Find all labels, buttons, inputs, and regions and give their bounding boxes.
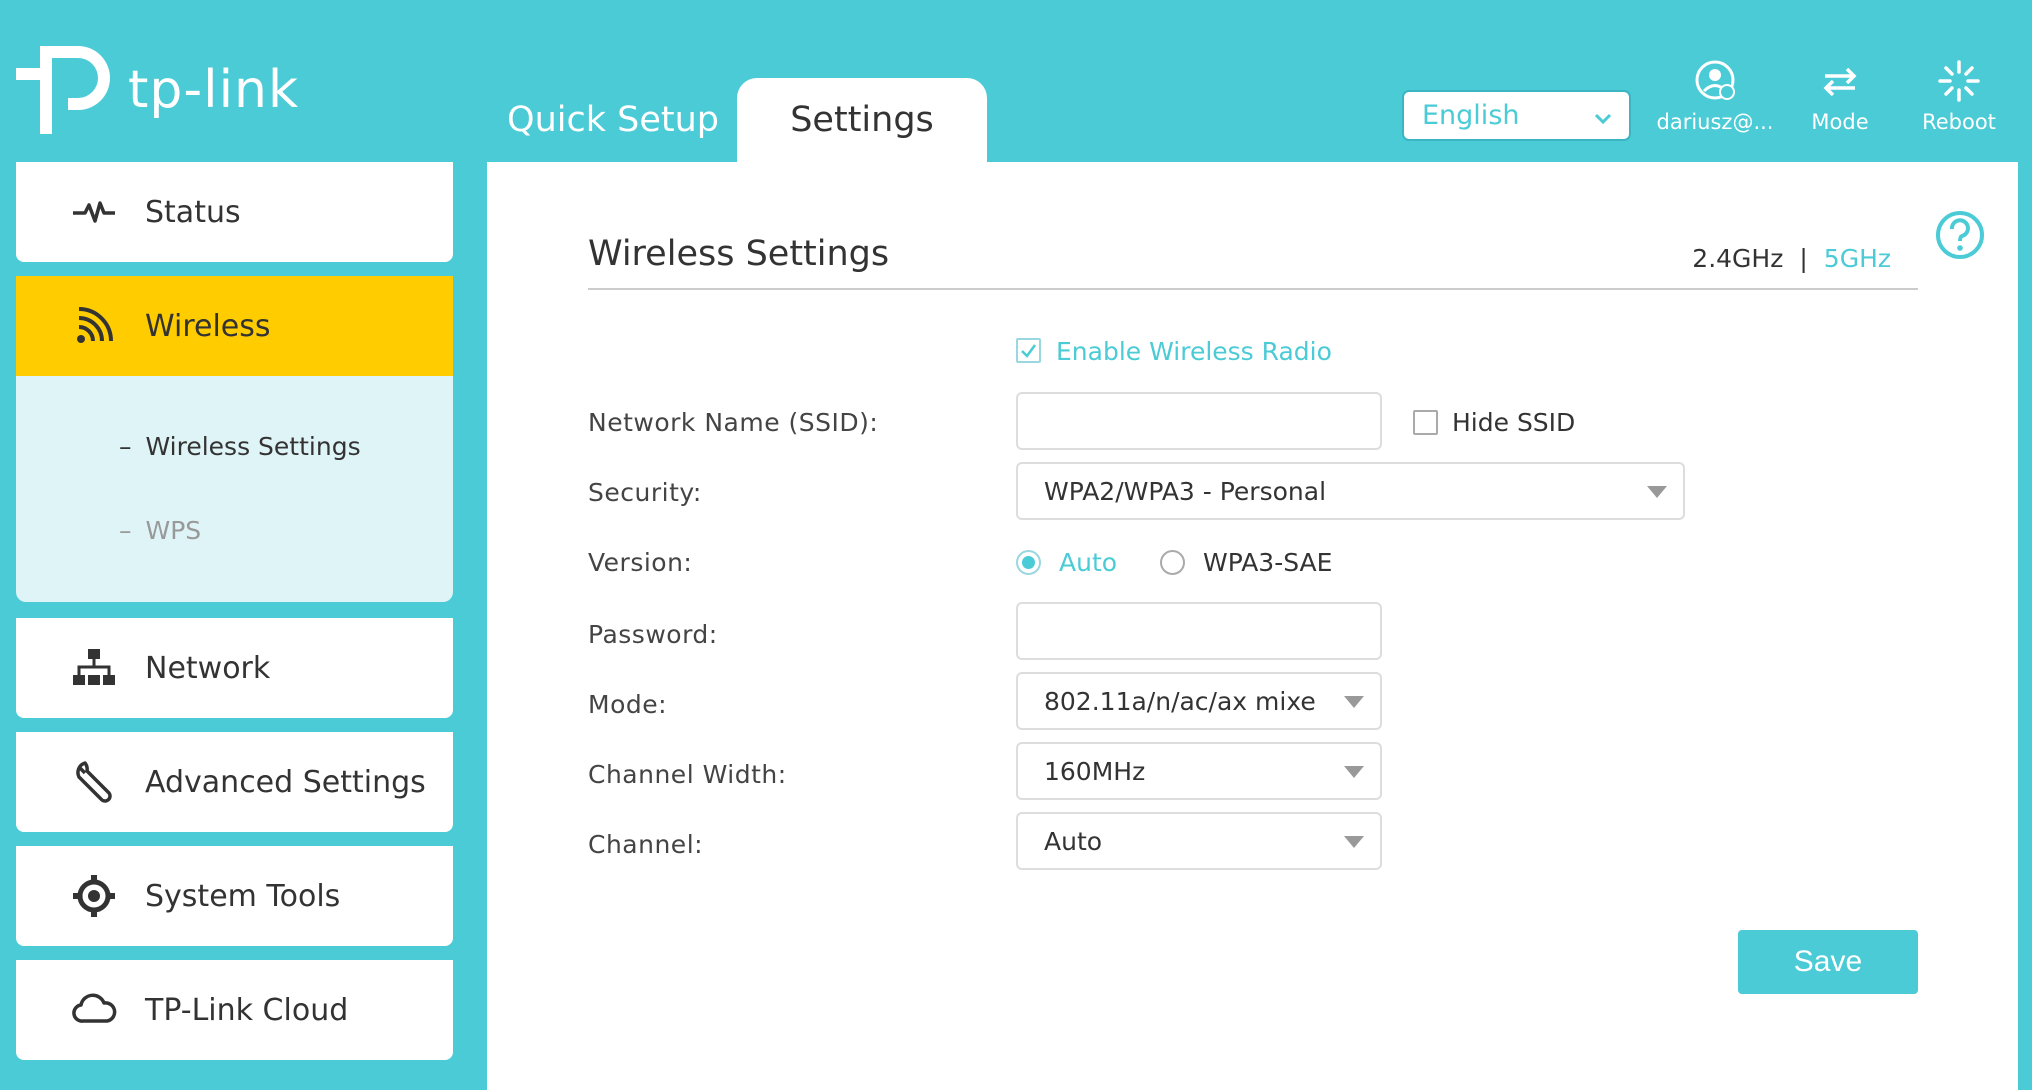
language-value: English <box>1422 100 1520 131</box>
sidebar-item-label: Wireless <box>145 308 271 344</box>
swap-arrows-icon <box>1823 67 1857 97</box>
sidebar-item-label: System Tools <box>145 878 341 914</box>
version-auto-radio[interactable] <box>1016 550 1041 575</box>
version-wpa3-sae-label[interactable]: WPA3-SAE <box>1203 548 1332 577</box>
band-2-4ghz-link[interactable]: 2.4GHz <box>1692 244 1783 273</box>
submenu-item-wireless-settings[interactable]: – Wireless Settings <box>119 432 361 461</box>
wifi-icon <box>71 303 117 349</box>
mode-label: Mode <box>1811 110 1869 134</box>
security-select[interactable]: WPA2/WPA3 - Personal <box>1016 462 1685 520</box>
sidebar-item-label: TP-Link Cloud <box>145 992 349 1028</box>
version-label: Version: <box>588 548 693 577</box>
channel-label: Channel: <box>588 830 704 859</box>
ssid-label: Network Name (SSID): <box>588 408 879 437</box>
password-label: Password: <box>588 620 718 649</box>
sidebar-item-status[interactable]: Status <box>16 162 453 262</box>
submenu-dash: – <box>119 432 132 461</box>
reboot-icon <box>1938 60 1980 102</box>
title-divider <box>588 288 1918 290</box>
ssid-input[interactable] <box>1016 392 1382 450</box>
submenu-item-label: WPS <box>145 516 202 545</box>
save-button[interactable]: Save <box>1738 930 1918 994</box>
wireless-submenu: – Wireless Settings – WPS <box>16 376 453 602</box>
dropdown-arrow-icon <box>1344 696 1364 708</box>
language-select[interactable]: English <box>1402 90 1631 141</box>
channel-select[interactable]: Auto <box>1016 812 1382 870</box>
tab-quick-setup[interactable]: Quick Setup <box>488 78 738 162</box>
band-separator: | <box>1799 244 1808 273</box>
sidebar-item-label: Network <box>145 650 271 686</box>
channel-width-select[interactable]: 160MHz <box>1016 742 1382 800</box>
mode-select[interactable]: 802.11a/n/ac/ax mixe <box>1016 672 1382 730</box>
help-icon[interactable] <box>1935 210 1985 260</box>
mode-button[interactable]: Mode <box>1775 58 1905 134</box>
dropdown-arrow-icon <box>1344 766 1364 778</box>
pulse-icon <box>71 189 117 235</box>
submenu-item-label: Wireless Settings <box>145 432 361 461</box>
tab-settings[interactable]: Settings <box>737 78 987 162</box>
submenu-dash: – <box>119 516 132 545</box>
enable-wireless-label[interactable]: Enable Wireless Radio <box>1056 337 1332 366</box>
version-auto-label[interactable]: Auto <box>1059 548 1117 577</box>
sidebar-item-label: Status <box>145 194 241 230</box>
reboot-label: Reboot <box>1922 110 1996 134</box>
user-cloud-icon <box>1695 60 1735 100</box>
password-input[interactable] <box>1016 602 1382 660</box>
channel-width-value: 160MHz <box>1044 756 1146 786</box>
security-label: Security: <box>588 478 702 507</box>
cloud-icon <box>71 987 117 1033</box>
sidebar-item-wireless[interactable]: Wireless <box>16 276 453 376</box>
security-value: WPA2/WPA3 - Personal <box>1044 476 1327 506</box>
hide-ssid-label[interactable]: Hide SSID <box>1452 408 1575 437</box>
account-button[interactable]: dariusz@... <box>1650 58 1780 134</box>
dropdown-arrow-icon <box>1344 836 1364 848</box>
sidebar-item-tp-link-cloud[interactable]: TP-Link Cloud <box>16 960 453 1060</box>
wrench-icon <box>71 759 117 805</box>
mode-value: 802.11a/n/ac/ax mixe <box>1044 686 1316 716</box>
version-wpa3-sae-radio[interactable] <box>1160 550 1185 575</box>
band-switcher: 2.4GHz | 5GHz <box>1692 244 1891 273</box>
reboot-button[interactable]: Reboot <box>1894 58 2024 134</box>
channel-width-label: Channel Width: <box>588 760 787 789</box>
sidebar-item-advanced-settings[interactable]: Advanced Settings <box>16 732 453 832</box>
checkmark-icon <box>1021 344 1037 358</box>
mode-label: Mode: <box>588 690 668 719</box>
sidebar-item-system-tools[interactable]: System Tools <box>16 846 453 946</box>
dropdown-arrow-icon <box>1647 486 1667 498</box>
tp-link-logo: tp-link <box>16 38 299 138</box>
gear-icon <box>71 873 117 919</box>
page-title: Wireless Settings <box>588 234 890 274</box>
account-label: dariusz@... <box>1656 110 1774 134</box>
sidebar-item-network[interactable]: Network <box>16 618 453 718</box>
band-5ghz-link[interactable]: 5GHz <box>1824 244 1891 273</box>
tp-link-logo-mark <box>16 46 110 134</box>
brand-name: tp-link <box>128 60 300 120</box>
sidebar-item-label: Advanced Settings <box>145 764 426 800</box>
hide-ssid-checkbox[interactable] <box>1413 410 1438 435</box>
channel-value: Auto <box>1044 826 1103 856</box>
enable-wireless-checkbox[interactable] <box>1016 338 1041 363</box>
network-icon <box>71 645 117 691</box>
submenu-item-wps[interactable]: – WPS <box>119 516 201 545</box>
chevron-down-icon <box>1594 113 1612 125</box>
